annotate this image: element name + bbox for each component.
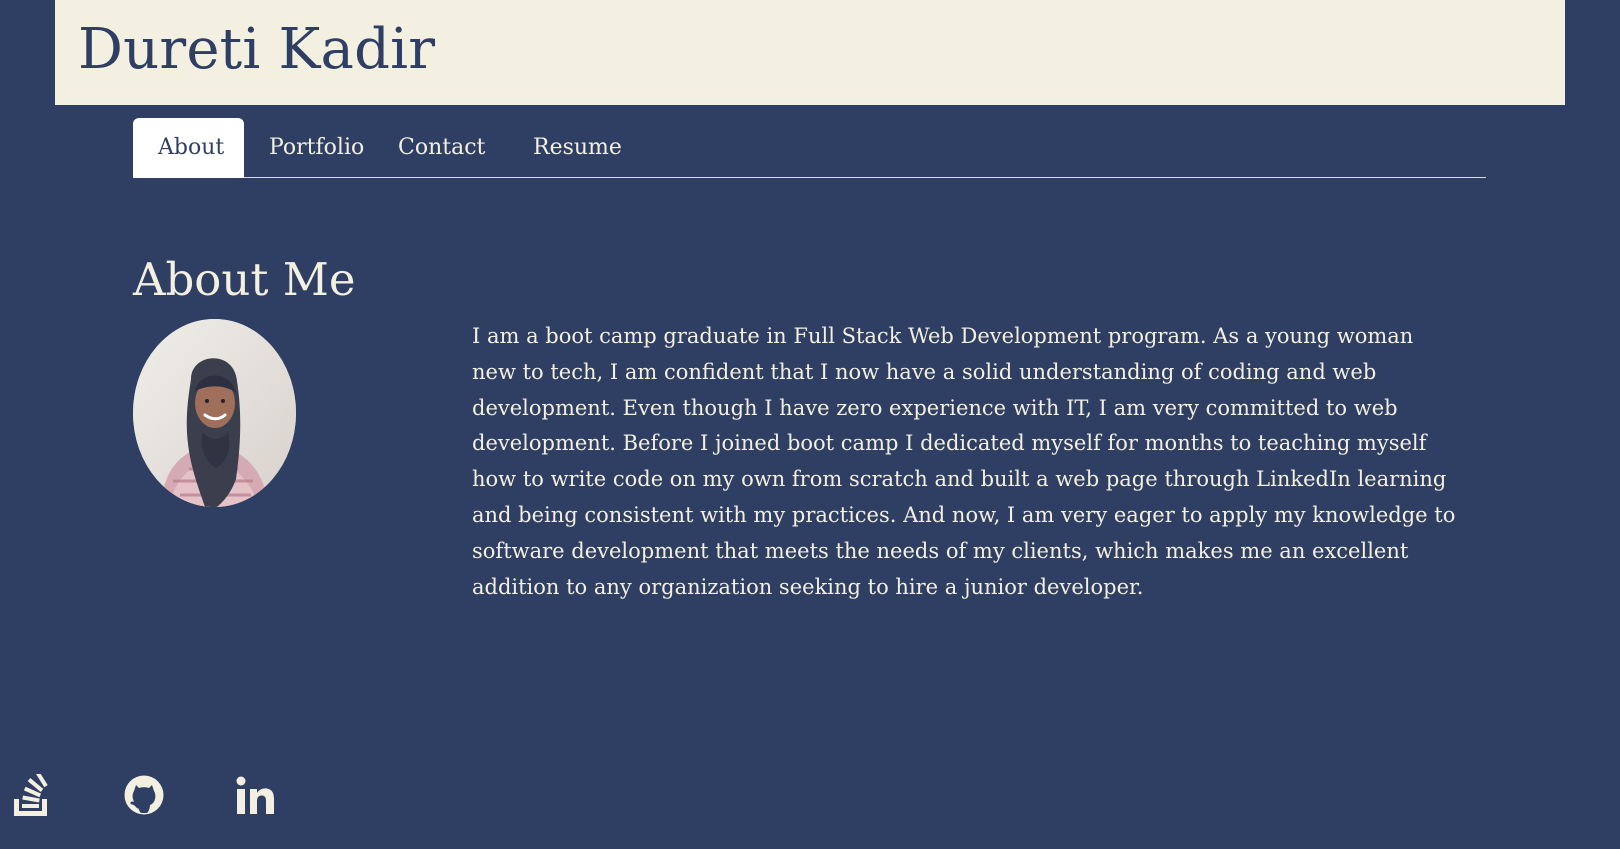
about-heading: About Me — [133, 253, 356, 306]
profile-photo — [133, 319, 296, 507]
tab-contact[interactable]: Contact — [373, 118, 510, 178]
site-title: Dureti Kadir — [78, 17, 436, 82]
github-icon[interactable] — [123, 774, 165, 818]
tab-resume[interactable]: Resume — [508, 118, 647, 178]
social-links — [10, 774, 290, 824]
tab-portfolio[interactable]: Portfolio — [244, 118, 389, 178]
linkedin-icon[interactable] — [234, 774, 276, 818]
about-bio: I am a boot camp graduate in Full Stack … — [472, 324, 1456, 599]
stack-overflow-icon[interactable] — [10, 774, 52, 818]
main-tabs: About Portfolio Contact Resume — [133, 118, 1486, 178]
site-header: Dureti Kadir — [55, 0, 1565, 105]
tab-about[interactable]: About — [133, 118, 244, 178]
profile-photo-illustration — [133, 319, 296, 507]
